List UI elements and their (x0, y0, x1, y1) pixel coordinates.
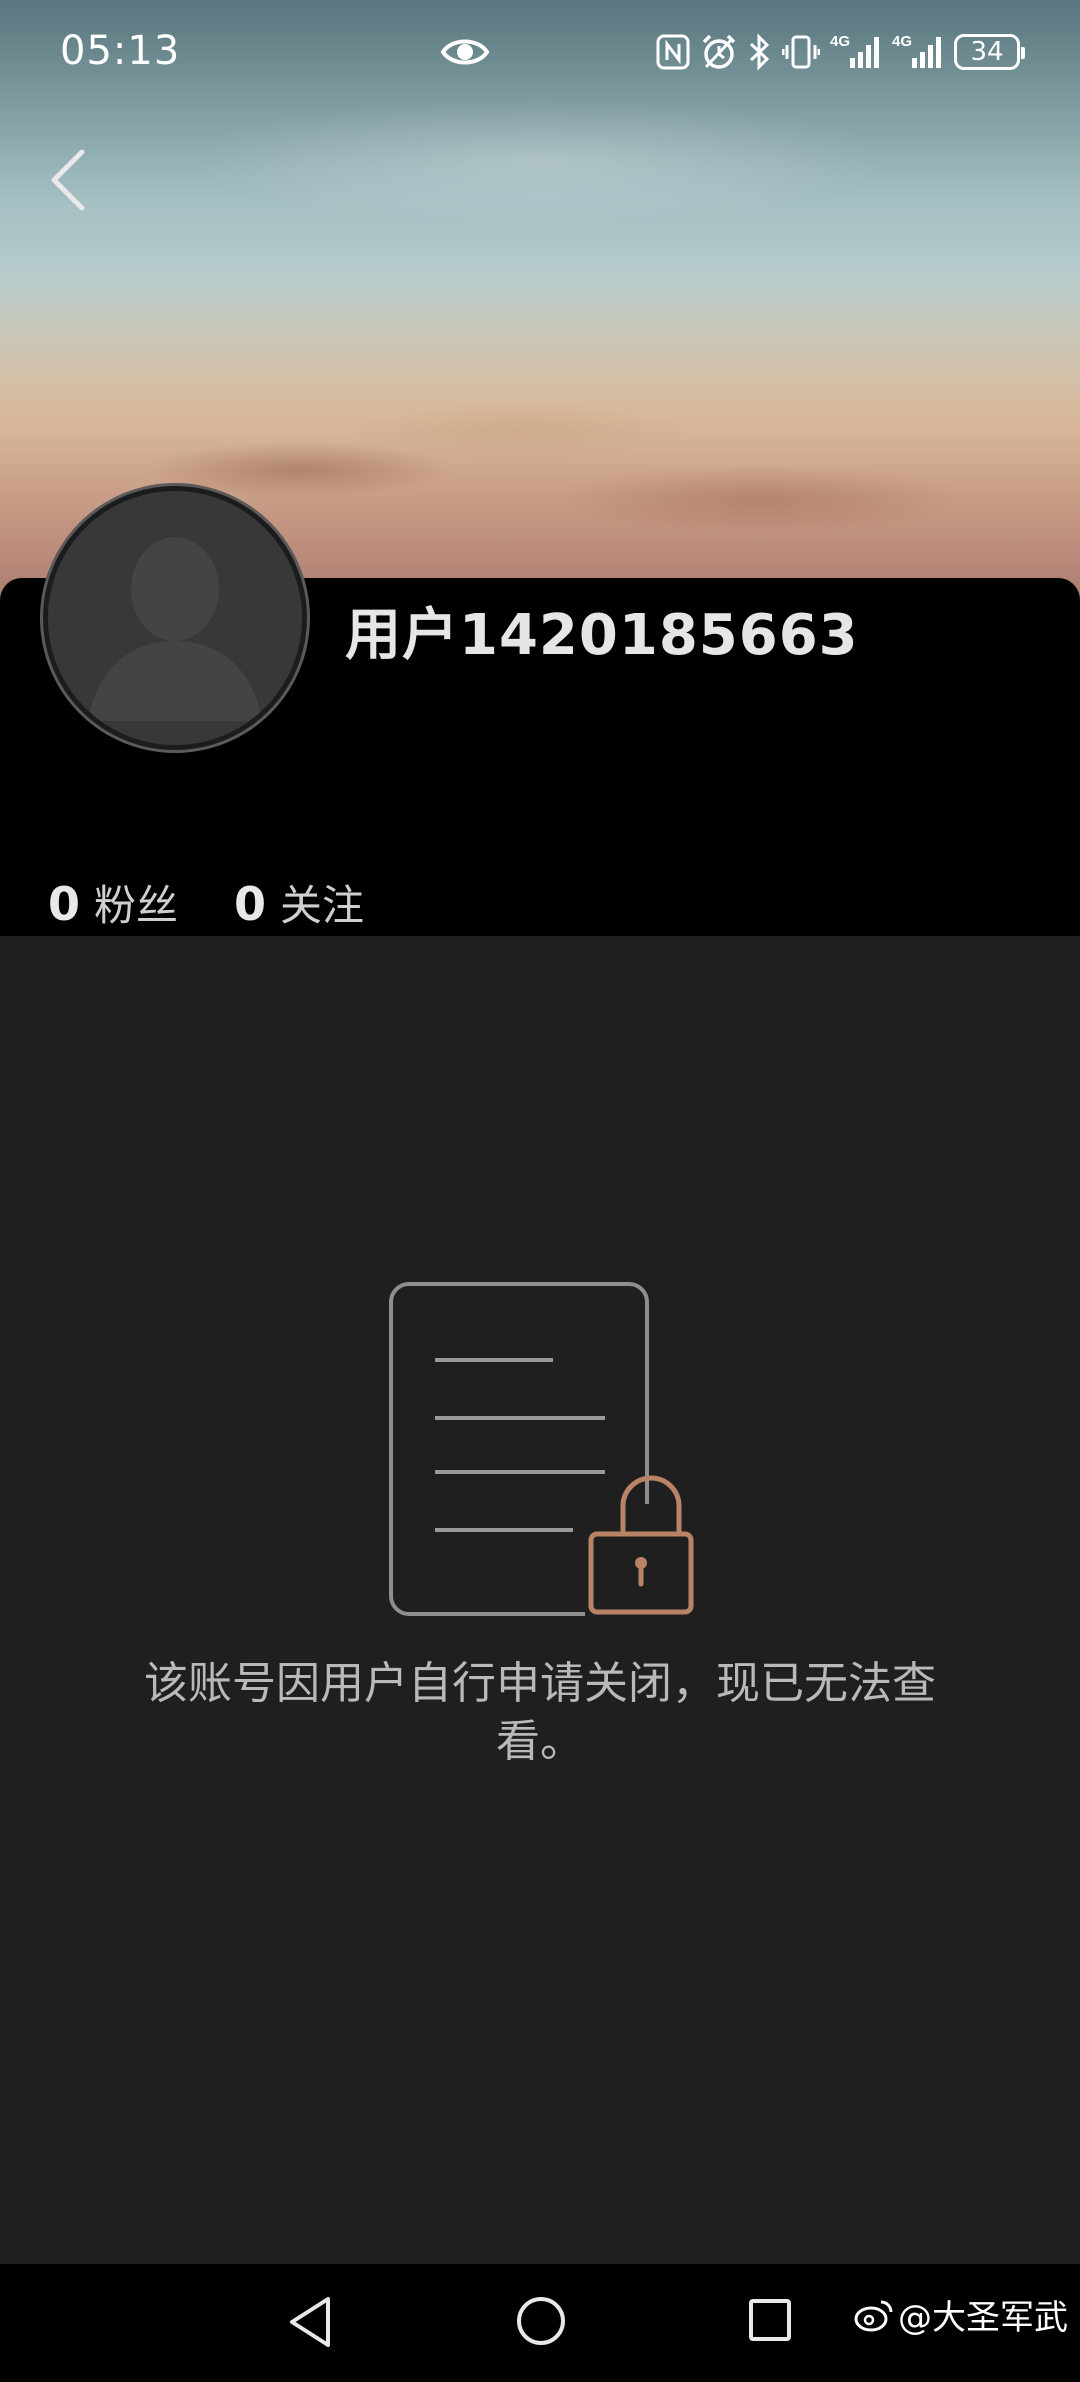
document-lock-icon (389, 1282, 697, 1622)
signal-4g-icon: 4G (892, 33, 941, 68)
following-count: 0 (234, 877, 267, 931)
eye-icon (440, 39, 490, 65)
bluetooth-icon (749, 33, 770, 71)
circle-home-icon[interactable] (514, 2294, 568, 2348)
square-recents-icon[interactable] (746, 2296, 794, 2344)
avatar[interactable] (43, 486, 307, 750)
chevron-left-icon (51, 149, 85, 211)
svg-text:4G: 4G (892, 33, 912, 50)
triangle-back-icon[interactable] (286, 2294, 336, 2350)
back-button[interactable] (40, 140, 100, 220)
battery-icon: 34 (954, 34, 1025, 70)
signal-4g-icon: 4G (830, 33, 879, 68)
following-label: 关注 (280, 881, 365, 930)
vibrate-icon (782, 35, 820, 69)
followers-label: 粉丝 (94, 881, 179, 930)
battery-level: 34 (970, 37, 1004, 67)
watermark-text: @大圣军武 (898, 2298, 1068, 2338)
default-avatar-icon (48, 491, 302, 745)
alarm-icon (702, 34, 736, 69)
status-time: 05:13 (60, 28, 181, 74)
status-bar: 05:13 4G 4G 34 (0, 0, 1080, 105)
nfc-icon (656, 34, 690, 70)
status-icons: 4G 4G 34 (656, 30, 1025, 74)
username: 用户1420185663 (345, 603, 859, 668)
followers-stat[interactable]: 0 粉丝 (48, 872, 178, 933)
account-closed-message: 该账号因用户自行申请关闭，现已无法查看。 (144, 1658, 936, 1767)
followers-count: 0 (48, 877, 81, 931)
following-stat[interactable]: 0 关注 (234, 872, 364, 933)
weibo-icon (854, 2300, 893, 2331)
profile-stats: 0 粉丝 0 关注 (48, 872, 420, 933)
watermark: @大圣军武 (854, 2290, 1068, 2339)
svg-text:4G: 4G (830, 33, 850, 50)
